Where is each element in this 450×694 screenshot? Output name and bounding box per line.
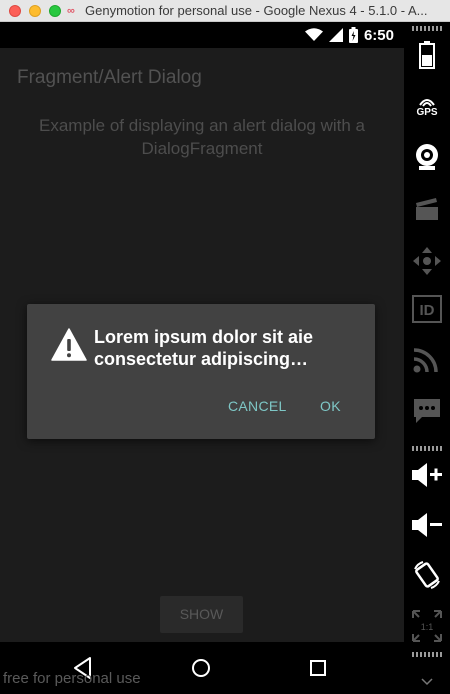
dpad-icon	[413, 247, 441, 275]
gps-signal-icon	[419, 98, 435, 107]
toolbar-grip-bottom[interactable]	[412, 652, 442, 657]
status-bar: 6:50	[0, 22, 404, 48]
volume-up-button[interactable]	[404, 458, 450, 492]
emulator-toolbar: GPS ID 1:1	[404, 22, 450, 694]
pixel-perfect-icon: 1:1	[412, 610, 442, 642]
app-description: Example of displaying an alert dialog wi…	[38, 116, 366, 158]
device-screen: 6:50 Fragment/Alert Dialog Example of di…	[0, 22, 404, 694]
genymotion-logo-icon: ∞	[67, 5, 75, 17]
volume-down-icon	[412, 513, 442, 537]
dialog-message: Lorem ipsum dolor sit aie consectetur ad…	[94, 327, 314, 369]
navigation-bar: free for personal use	[0, 642, 404, 694]
rotate-button[interactable]	[404, 558, 450, 592]
chat-bubble-icon	[414, 399, 440, 423]
id-label: ID	[420, 302, 435, 319]
rotate-device-icon	[414, 561, 440, 589]
battery-charging-icon	[348, 27, 358, 43]
clapperboard-icon	[416, 198, 438, 220]
volume-up-icon	[412, 463, 442, 487]
network-tool-button[interactable]	[404, 342, 450, 376]
volume-down-button[interactable]	[404, 508, 450, 542]
pixel-perfect-button[interactable]: 1:1	[404, 608, 450, 644]
dpad-tool-button[interactable]	[404, 244, 450, 278]
camera-tool-button[interactable]	[404, 140, 450, 174]
window-titlebar: ∞ Genymotion for personal use - Google N…	[0, 0, 450, 22]
zoom-window-button[interactable]	[49, 5, 61, 17]
device-id-tool-button[interactable]: ID	[404, 292, 450, 326]
toolbar-scroll-down[interactable]	[404, 674, 450, 690]
app-content: Fragment/Alert Dialog Example of display…	[0, 48, 404, 642]
gps-label: GPS	[416, 106, 438, 118]
home-icon[interactable]	[188, 655, 214, 681]
wifi-icon	[304, 28, 323, 41]
toolbar-grip-top[interactable]	[412, 26, 442, 31]
ok-button[interactable]: OK	[320, 398, 341, 414]
close-window-button[interactable]	[9, 5, 21, 17]
webcam-icon	[416, 144, 438, 170]
warning-icon	[51, 328, 87, 361]
alert-dialog: Lorem ipsum dolor sit aie consectetur ad…	[27, 304, 375, 439]
battery-icon	[419, 41, 435, 69]
status-time: 6:50	[363, 26, 394, 44]
video-capture-tool-button[interactable]	[404, 192, 450, 226]
personal-use-watermark: free for personal use	[3, 670, 141, 687]
show-button[interactable]: SHOW	[160, 596, 243, 633]
id-card-icon: ID	[412, 295, 442, 323]
chevron-down-icon	[421, 678, 433, 686]
sms-tool-button[interactable]	[404, 394, 450, 428]
app-title: Fragment/Alert Dialog	[17, 67, 202, 88]
battery-tool-button[interactable]	[404, 38, 450, 72]
toolbar-grip-middle[interactable]	[412, 446, 442, 451]
signal-icon	[328, 28, 343, 42]
rss-feed-icon	[413, 348, 438, 373]
gps-tool-button[interactable]: GPS	[404, 90, 450, 124]
window-title: Genymotion for personal use - Google Nex…	[85, 3, 428, 18]
cancel-button[interactable]: CANCEL	[228, 398, 287, 414]
minimize-window-button[interactable]	[29, 5, 41, 17]
recents-icon[interactable]	[305, 655, 331, 681]
pixel-perfect-label: 1:1	[421, 622, 434, 632]
